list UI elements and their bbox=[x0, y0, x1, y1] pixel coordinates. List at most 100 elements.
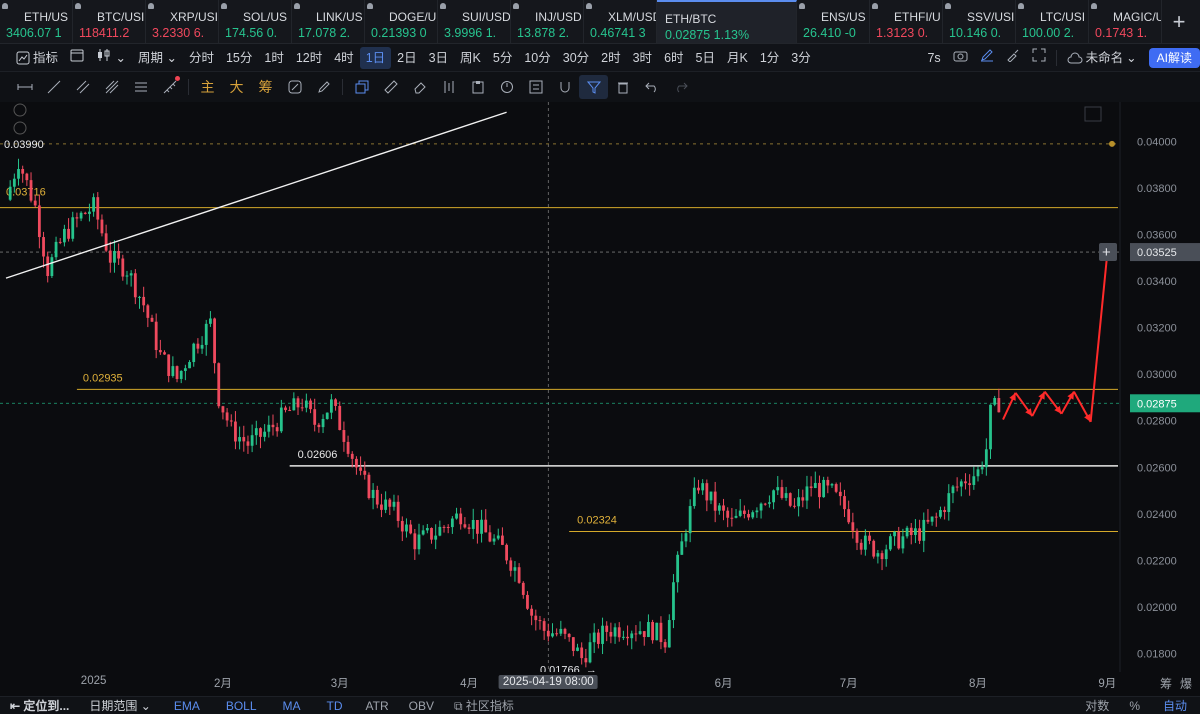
candle-body bbox=[58, 241, 62, 243]
candle-body bbox=[496, 535, 500, 539]
timeframe-option[interactable]: 1分 bbox=[754, 47, 785, 69]
ruler-icon[interactable] bbox=[376, 75, 405, 99]
auto-scale-toggle[interactable]: 自动 bbox=[1150, 697, 1200, 714]
trendline-tool-icon[interactable] bbox=[39, 75, 68, 99]
ticker-tab[interactable]: ETHFI/U 1.3123 0. bbox=[870, 0, 943, 43]
ticker-tab[interactable]: MAGIC/U 0.1743 1. bbox=[1089, 0, 1162, 43]
timeframe-option[interactable]: 5日 bbox=[690, 47, 721, 69]
candle-body bbox=[21, 168, 25, 174]
timeframe-option[interactable]: 5分 bbox=[487, 47, 518, 69]
ticker-tab[interactable]: BTC/USI 118411.2 bbox=[73, 0, 146, 43]
indicator-atr[interactable]: ATR bbox=[356, 699, 399, 713]
ticker-tab[interactable]: XLM/USD 0.46741 3 bbox=[584, 0, 657, 43]
timeframe-option[interactable]: 3分 bbox=[785, 47, 816, 69]
ticker-tab[interactable]: LTC/USI 100.00 2. bbox=[1016, 0, 1089, 43]
trash-icon[interactable] bbox=[608, 75, 637, 99]
measure-tool-icon[interactable] bbox=[155, 75, 184, 99]
timeframe-option[interactable]: 2日 bbox=[391, 47, 422, 69]
bell-icon bbox=[294, 3, 300, 9]
ticker-tab[interactable]: DOGE/U 0.21393 0 bbox=[365, 0, 438, 43]
ticker-tab[interactable]: LINK/US 17.078 2. bbox=[292, 0, 365, 43]
timeframe-option[interactable]: 分时 bbox=[183, 47, 220, 69]
timeframe-option[interactable]: 3时 bbox=[627, 47, 658, 69]
layout-button[interactable]: 未命名 ⌄ bbox=[1061, 47, 1143, 69]
indicator-obv[interactable]: OBV bbox=[399, 699, 444, 713]
redo-icon[interactable] bbox=[666, 75, 695, 99]
timeframe-option[interactable]: 15分 bbox=[220, 47, 258, 69]
candle-body bbox=[509, 560, 513, 571]
timeframe-option[interactable]: 1时 bbox=[258, 47, 289, 69]
indicator-td[interactable]: TD bbox=[314, 699, 356, 713]
ai-interpret-button[interactable]: AI解读 bbox=[1148, 47, 1200, 68]
horizontal-lines-icon[interactable] bbox=[126, 75, 155, 99]
chip-distribution-button[interactable]: 筹 bbox=[251, 75, 280, 99]
timeframe-option[interactable]: 10分 bbox=[518, 47, 556, 69]
ticker-tab[interactable]: SSV/USI 10.146 0. bbox=[943, 0, 1016, 43]
candle-body bbox=[826, 479, 830, 486]
timeframe-option[interactable]: 6时 bbox=[658, 47, 689, 69]
ticker-tab[interactable]: XRP/USI 3.2330 6. bbox=[146, 0, 219, 43]
indicators-button[interactable]: 指标 bbox=[10, 47, 64, 69]
magnet-icon[interactable] bbox=[550, 75, 579, 99]
log-scale-toggle[interactable]: 对数 bbox=[1075, 697, 1119, 714]
eraser-icon[interactable] bbox=[405, 75, 434, 99]
candle-body bbox=[580, 647, 584, 659]
time-axis: 2025 2月 3月 4月 6月 7月 8月 9月 2025-04-19 08:00 bbox=[0, 672, 1120, 692]
percent-scale-toggle[interactable]: % bbox=[1119, 699, 1150, 713]
timeframe-option[interactable]: 4时 bbox=[328, 47, 359, 69]
candle-body bbox=[809, 486, 813, 489]
calendar-icon[interactable] bbox=[64, 47, 90, 69]
bar-pattern-icon[interactable] bbox=[434, 75, 463, 99]
candle-body bbox=[805, 486, 809, 501]
date-range-button[interactable]: 日期范围 ⌄ bbox=[79, 697, 160, 714]
timeframe-option[interactable]: 周K bbox=[454, 47, 487, 69]
add-tab-button[interactable]: + bbox=[1162, 0, 1196, 43]
parallel-channel-icon[interactable] bbox=[68, 75, 97, 99]
timeframe-option[interactable]: 3日 bbox=[423, 47, 454, 69]
undo-icon[interactable] bbox=[637, 75, 666, 99]
timeframe-option[interactable]: 2时 bbox=[595, 47, 626, 69]
price-tick-label: 0.03200 bbox=[1137, 323, 1177, 335]
community-indicators-button[interactable]: ⧉ 社区指标 bbox=[444, 697, 524, 714]
copy-icon[interactable] bbox=[347, 75, 376, 99]
draw-link-icon[interactable] bbox=[280, 75, 309, 99]
indicator-ma[interactable]: MA bbox=[270, 699, 314, 713]
timeframe-option[interactable]: 1日 bbox=[359, 46, 392, 69]
ticker-tab[interactable]: ETH/BTC 0.02875 1.13% bbox=[657, 0, 797, 43]
timeframe-option[interactable]: 30分 bbox=[557, 47, 595, 69]
edit-icon[interactable] bbox=[309, 75, 338, 99]
candlestick-chart[interactable]: 0.039900.037160.029350.026060.02324 0.01… bbox=[0, 102, 1200, 672]
camera-icon[interactable] bbox=[947, 47, 974, 69]
timeframe-option[interactable]: 12时 bbox=[290, 47, 328, 69]
horizontal-segment-icon[interactable] bbox=[10, 75, 39, 99]
timer-icon[interactable] bbox=[492, 75, 521, 99]
indicator-ema[interactable]: EMA bbox=[161, 699, 213, 713]
locate-button[interactable]: ⇤ 定位到... bbox=[0, 697, 79, 714]
ticker-tab[interactable]: SOL/US 174.56 0. bbox=[219, 0, 292, 43]
ticker-tab[interactable]: INJ/USD 13.878 2. bbox=[511, 0, 584, 43]
candle-body bbox=[734, 515, 738, 518]
filter-icon[interactable] bbox=[579, 75, 608, 99]
main-chart-button[interactable]: 主 bbox=[193, 75, 222, 99]
candle-body bbox=[25, 173, 29, 181]
chip-corner-label[interactable]: 筹 bbox=[1160, 675, 1172, 692]
big-order-button[interactable]: 大 bbox=[222, 75, 251, 99]
ticker-tab[interactable]: SUI/USD 3.9996 1. bbox=[438, 0, 511, 43]
pitchfork-icon[interactable] bbox=[97, 75, 126, 99]
ticker-tab[interactable]: ETH/US 3406.07 1 bbox=[0, 0, 73, 43]
indicator-list-icon[interactable] bbox=[521, 75, 550, 99]
pencil-icon[interactable] bbox=[974, 47, 1000, 69]
indicator-boll[interactable]: BOLL bbox=[213, 699, 270, 713]
brush-icon[interactable] bbox=[1000, 47, 1026, 69]
fullscreen-icon[interactable] bbox=[1026, 47, 1052, 69]
ticker-tab[interactable]: ENS/US 26.410 -0 bbox=[797, 0, 870, 43]
candle-body bbox=[446, 526, 450, 528]
candle-body bbox=[442, 526, 446, 528]
clipboard-icon[interactable] bbox=[463, 75, 492, 99]
candle-type-icon[interactable]: ⌄ bbox=[90, 47, 132, 69]
timeframe-option[interactable]: 月K bbox=[721, 47, 754, 69]
period-button[interactable]: 周期 ⌄ bbox=[132, 47, 183, 69]
liquidation-corner-label[interactable]: 爆 bbox=[1180, 675, 1192, 692]
candle-body bbox=[930, 516, 934, 522]
candle-body bbox=[234, 421, 237, 442]
